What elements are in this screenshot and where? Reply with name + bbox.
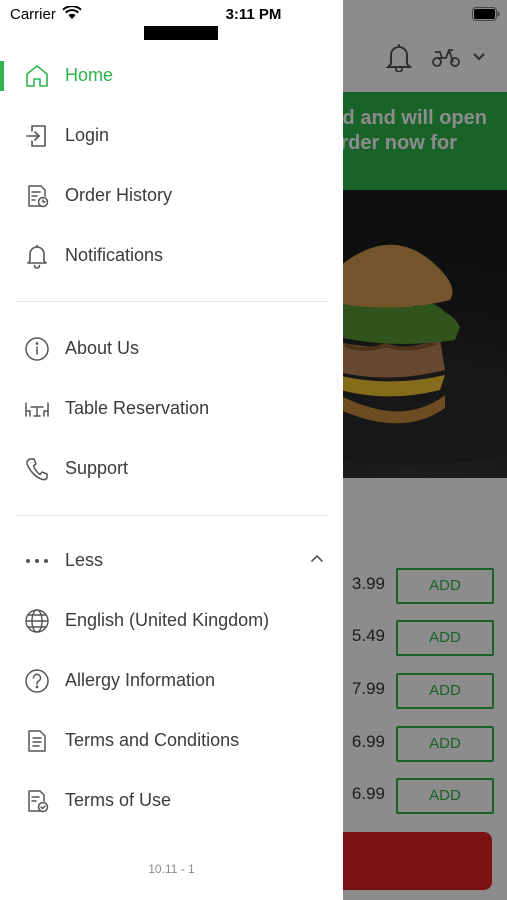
nav-item-terms-of-use[interactable]: Terms of Use [0, 771, 343, 831]
order-history-icon [24, 183, 50, 209]
nav-item-label: Terms and Conditions [65, 730, 240, 750]
nav-item-login[interactable]: Login [0, 106, 343, 166]
nav-item-order-history[interactable]: Order History [0, 166, 343, 226]
nav-item-about-us[interactable]: About Us [0, 319, 343, 379]
status-bar: Carrier 3:11 PM [0, 0, 507, 28]
bell-icon [24, 243, 50, 269]
nav-item-label: Table Reservation [65, 398, 210, 418]
divider [16, 301, 329, 302]
nav-item-label: Home [65, 65, 114, 85]
nav-item-support[interactable]: Support [0, 439, 343, 499]
more-dots-icon [24, 548, 50, 574]
nav-item-language[interactable]: English (United Kingdom) [0, 591, 343, 651]
document-check-icon [24, 788, 50, 814]
nav-item-terms-and-conditions[interactable]: Terms and Conditions [0, 711, 343, 771]
login-icon [24, 123, 50, 149]
navigation-drawer: Home Login Order History Notifications A… [0, 0, 343, 900]
battery-icon [472, 7, 500, 21]
nav-item-allergy-information[interactable]: Allergy Information [0, 651, 343, 711]
app-version: 10.11 - 1 [148, 862, 195, 876]
nav-item-label: Support [65, 458, 129, 478]
question-icon [24, 668, 50, 694]
divider [16, 515, 329, 516]
less-toggle[interactable]: Less [0, 531, 343, 591]
nav-item-label: Terms of Use [65, 790, 172, 810]
less-label: Less [65, 550, 104, 570]
home-icon [24, 63, 50, 89]
status-time: 3:11 PM [225, 6, 282, 23]
nav-item-label: Order History [65, 185, 173, 205]
nav-item-label: Allergy Information [65, 670, 216, 690]
nav-item-label: About Us [65, 338, 140, 358]
nav-item-label: Login [65, 125, 110, 145]
nav-item-label: Notifications [65, 245, 164, 265]
globe-icon [24, 608, 50, 634]
phone-icon [24, 456, 50, 482]
nav-item-label: English (United Kingdom) [65, 610, 270, 630]
notch [144, 26, 218, 40]
nav-item-notifications[interactable]: Notifications [0, 226, 343, 286]
chevron-up-icon [310, 553, 324, 563]
table-icon [24, 396, 50, 422]
nav-item-table-reservation[interactable]: Table Reservation [0, 379, 343, 439]
info-icon [24, 336, 50, 362]
active-indicator [0, 61, 4, 91]
nav-item-home[interactable]: Home [0, 46, 343, 106]
document-icon [24, 728, 50, 754]
